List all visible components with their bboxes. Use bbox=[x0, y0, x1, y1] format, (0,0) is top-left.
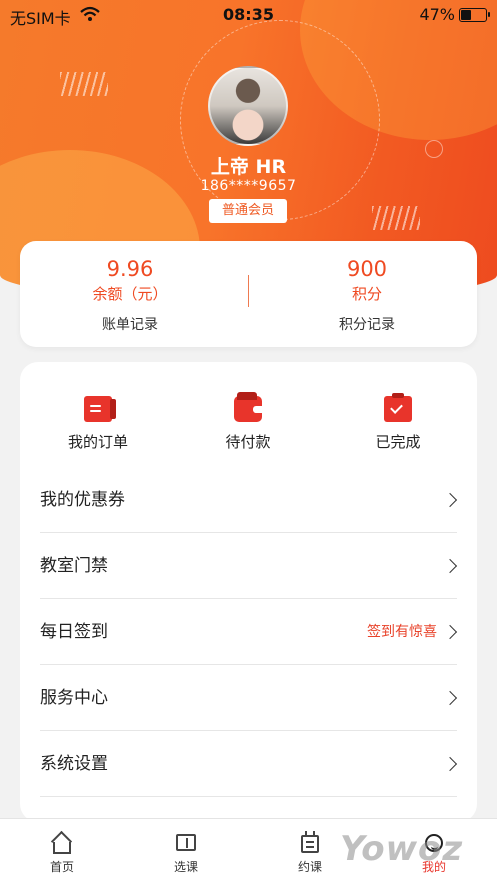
completed-label: 已完成 bbox=[375, 433, 421, 451]
menu-item-service-center[interactable]: 服务中心 bbox=[40, 665, 458, 731]
wallet-icon bbox=[234, 392, 262, 422]
menu-item-label: 教室门禁 bbox=[40, 556, 108, 576]
tab-label: 我的 bbox=[421, 860, 446, 874]
points-stat[interactable]: 900 积分 积分记录 bbox=[267, 257, 467, 334]
points-record-link[interactable]: 积分记录 bbox=[267, 314, 467, 334]
battery-percent: 47% bbox=[419, 5, 455, 24]
menu-item-label: 我的优惠券 bbox=[40, 490, 125, 510]
menu-item-classroom-access[interactable]: 教室门禁 bbox=[40, 533, 458, 599]
menu-item-settings[interactable]: 系统设置 bbox=[40, 731, 458, 797]
menu-item-coupons[interactable]: 我的优惠券 bbox=[40, 467, 458, 533]
chevron-right-icon bbox=[442, 624, 458, 640]
user-name: 上帝 HR bbox=[210, 156, 287, 178]
menu-item-label: 每日签到 bbox=[40, 622, 108, 642]
tab-label: 约课 bbox=[297, 860, 322, 874]
tab-me[interactable]: 我的 bbox=[384, 819, 484, 883]
chevron-right-icon bbox=[442, 690, 458, 706]
book-icon bbox=[174, 831, 198, 855]
chevron-right-icon bbox=[442, 756, 458, 772]
status-bar: 无SIM卡 08:35 47% bbox=[0, 0, 497, 30]
account-stats-card: 9.96 余额（元） 账单记录 900 积分 积分记录 bbox=[20, 241, 477, 347]
menu-item-daily-checkin[interactable]: 每日签到 签到有惊喜 bbox=[40, 599, 458, 665]
points-label: 积分 bbox=[351, 285, 382, 303]
tab-booking[interactable]: 约课 bbox=[260, 819, 360, 883]
decor-stripes bbox=[372, 206, 420, 230]
tab-home[interactable]: 首页 bbox=[12, 819, 112, 883]
menu-card: 我的订单 待付款 已完成 我的优惠券 教室门禁 每日签到 签到有惊喜 服务中心 … bbox=[20, 362, 477, 822]
points-value: 900 bbox=[346, 257, 388, 281]
tab-label: 选课 bbox=[173, 860, 198, 874]
decor-stripes bbox=[60, 72, 108, 96]
stats-divider bbox=[248, 275, 249, 307]
home-icon bbox=[50, 830, 74, 855]
pending-payment-label: 待付款 bbox=[225, 433, 271, 451]
menu-item-label: 系统设置 bbox=[40, 754, 108, 774]
avatar[interactable] bbox=[208, 66, 288, 146]
pending-payment-button[interactable]: 待付款 bbox=[188, 392, 308, 452]
completed-button[interactable]: 已完成 bbox=[338, 393, 458, 452]
tab-label: 首页 bbox=[49, 860, 74, 874]
tab-course-select[interactable]: 选课 bbox=[136, 819, 236, 883]
battery-fill bbox=[461, 10, 472, 20]
chevron-right-icon bbox=[442, 558, 458, 574]
my-orders-label: 我的订单 bbox=[67, 433, 128, 451]
bill-record-link[interactable]: 账单记录 bbox=[30, 314, 230, 334]
checkin-hint: 签到有惊喜 bbox=[367, 624, 437, 640]
member-level-badge[interactable]: 普通会员 bbox=[209, 199, 287, 223]
profile-icon bbox=[422, 831, 446, 855]
battery-icon bbox=[459, 8, 490, 22]
user-phone: 186****9657 bbox=[200, 178, 297, 194]
calendar-icon bbox=[298, 831, 322, 855]
my-orders-button[interactable]: 我的订单 bbox=[38, 396, 158, 452]
order-list-icon bbox=[84, 396, 116, 422]
balance-stat[interactable]: 9.96 余额（元） 账单记录 bbox=[30, 257, 230, 334]
menu-item-label: 服务中心 bbox=[40, 688, 108, 708]
balance-label: 余额（元） bbox=[92, 285, 168, 303]
balance-value: 9.96 bbox=[106, 257, 154, 281]
chevron-right-icon bbox=[442, 492, 458, 508]
clipboard-check-icon bbox=[384, 393, 412, 422]
bottom-tab-bar: 首页 选课 约课 我的 bbox=[0, 818, 497, 883]
